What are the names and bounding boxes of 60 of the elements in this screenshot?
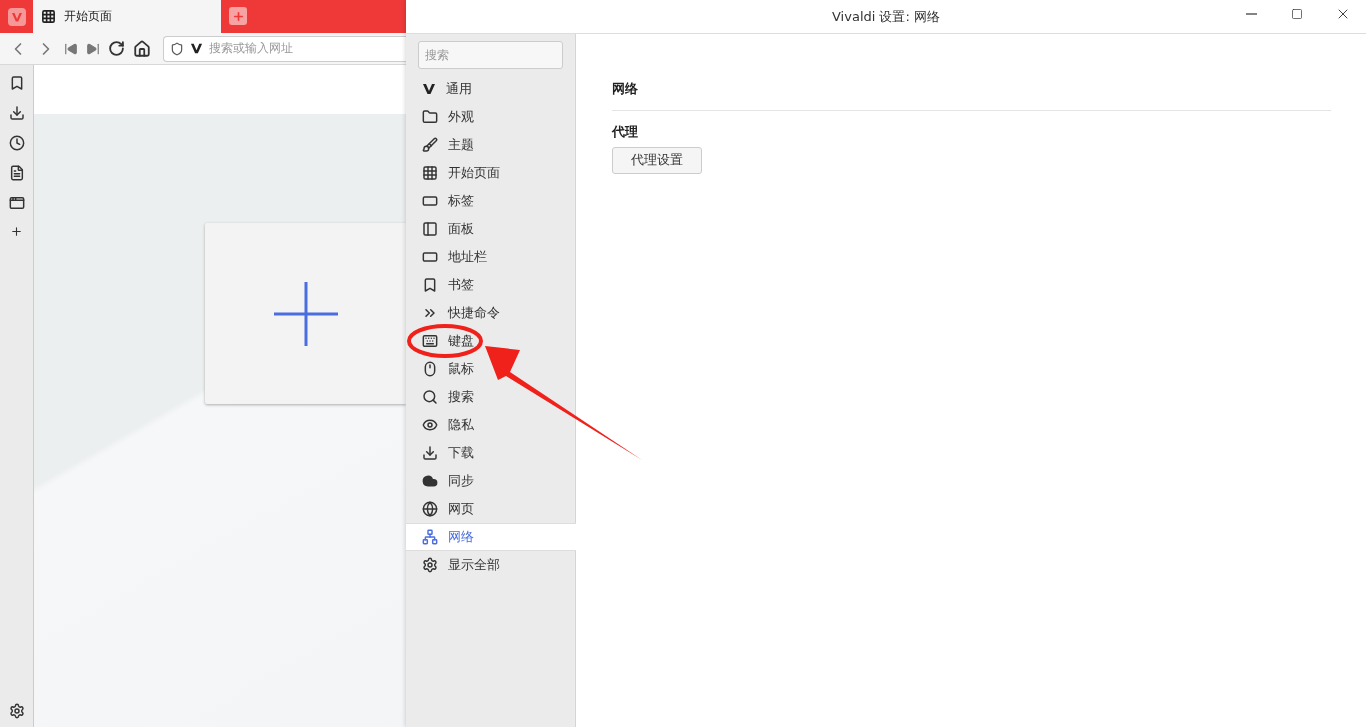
grid-icon	[422, 165, 438, 181]
mouse-icon	[422, 361, 438, 377]
settings-nav-item[interactable]: 键盘	[406, 327, 575, 355]
plus-icon	[273, 281, 338, 346]
plus-icon	[10, 225, 23, 238]
settings-nav-item[interactable]: 鼠标	[406, 355, 575, 383]
section-title: 网络	[612, 81, 1331, 111]
settings-nav-item[interactable]: 主题	[406, 131, 575, 159]
settings-icon	[422, 557, 438, 573]
cloud-icon	[422, 473, 438, 489]
settings-nav-item[interactable]: 外观	[406, 103, 575, 131]
settings-search-field[interactable]: 搜索	[418, 41, 563, 69]
maximize-icon	[1291, 8, 1303, 20]
folder-icon	[422, 109, 438, 125]
grid-icon	[41, 9, 56, 24]
fast-forward-icon	[86, 41, 100, 56]
settings-nav-item[interactable]: 下载	[406, 439, 575, 467]
browser-tab[interactable]: 开始页面	[33, 0, 221, 33]
search-icon	[422, 389, 438, 405]
brush-icon	[422, 137, 438, 153]
settings-nav-item[interactable]: 搜索	[406, 383, 575, 411]
bookmark-icon	[422, 277, 438, 293]
proxy-settings-button[interactable]: 代理设置	[612, 147, 702, 174]
settings-nav-item[interactable]: 标签	[406, 187, 575, 215]
settings-nav-item[interactable]: 地址栏	[406, 243, 575, 271]
v-logo-icon	[190, 42, 203, 55]
home-icon	[133, 39, 151, 58]
download-icon	[8, 105, 25, 121]
window-title: Vivaldi 设置: 网络	[832, 7, 940, 26]
address-bar-icon	[422, 249, 438, 265]
plus-icon	[231, 9, 245, 23]
eye-icon	[422, 417, 438, 433]
notes-icon	[8, 165, 25, 181]
network-icon	[422, 529, 438, 545]
settings-nav-item[interactable]: 显示全部	[406, 551, 575, 579]
address-placeholder: 搜索或输入网址	[209, 40, 293, 57]
settings-nav-item[interactable]: 面板	[406, 215, 575, 243]
settings-nav-item[interactable]: 隐私	[406, 411, 575, 439]
settings-nav-item[interactable]: 网页	[406, 495, 575, 523]
group-title: 代理	[612, 124, 639, 141]
clock-icon	[8, 135, 25, 151]
settings-nav-item[interactable]: 通用	[406, 75, 575, 103]
keyboard-icon	[422, 333, 438, 349]
panel-icon	[422, 221, 438, 237]
minimize-icon	[1245, 13, 1257, 15]
reload-button[interactable]	[106, 38, 127, 59]
window-icon	[8, 195, 25, 211]
settings-nav-item[interactable]: 网络	[406, 523, 576, 551]
settings-nav-item[interactable]: 书签	[406, 271, 575, 299]
settings-icon	[8, 703, 25, 719]
globe-icon	[422, 501, 438, 517]
tab-icon	[422, 193, 438, 209]
settings-nav-item[interactable]: 同步	[406, 467, 575, 495]
settings-nav-item[interactable]: 开始页面	[406, 159, 575, 187]
settings-nav-item[interactable]: 快捷命令	[406, 299, 575, 327]
shield-icon	[170, 41, 184, 56]
rewind-icon	[64, 41, 78, 56]
download-icon	[422, 445, 438, 461]
v-logo-icon	[422, 82, 436, 96]
reload-icon	[108, 40, 125, 57]
